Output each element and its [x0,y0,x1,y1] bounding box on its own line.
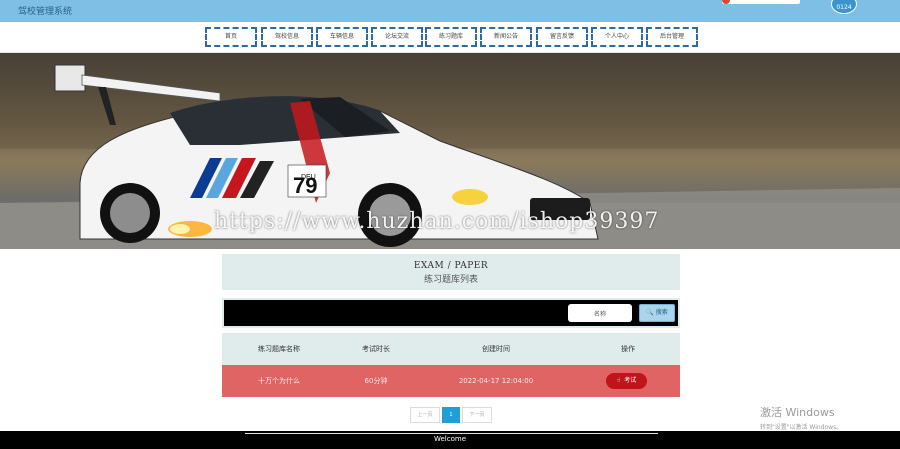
nav-item-school-info[interactable]: 驾校信息 [261,27,313,47]
nav-item-feedback[interactable]: 留言反馈 [536,27,588,47]
question-bank-table: 练习题库名称 考试时长 创建时间 操作 十万个为什么 60分钟 2022-04-… [222,333,680,397]
section-header: EXAM / PAPER 练习题库列表 [222,254,680,290]
next-page-button[interactable]: 下一页 [462,407,492,423]
nav-item-forum[interactable]: 论坛交流 [371,27,423,47]
column-header: 操作 [621,345,635,353]
search-input[interactable] [568,304,632,322]
table-row[interactable]: 十万个为什么 60分钟 2022-04-17 12:04:00 ☝ 考试 [222,365,680,397]
main-nav: 首页 驾校信息 车辆信息 论坛交流 练习题库 新闻公告 留言反馈 个人中心 后台… [0,22,900,53]
column-header: 创建时间 [482,345,510,353]
row-created: 2022-04-17 12:04:00 [458,377,534,385]
table-header: 练习题库名称 考试时长 创建时间 操作 [222,333,680,365]
car-badge: DEU [301,174,316,181]
nav-item-question-bank[interactable]: 练习题库 [425,27,477,47]
logo-icon [722,0,730,4]
windows-activation-notice: 激活 Windows 转到"设置"以激活 Windows。 [760,404,842,431]
nav-item-home[interactable]: 首页 [205,27,257,47]
section-title-zh: 练习题库列表 [423,275,478,285]
activation-subtitle: 转到"设置"以激活 Windows。 [760,424,843,431]
search-button-label: 搜索 [655,309,668,316]
exam-button-label: 考试 [624,377,637,384]
watermark-text: https://www.huzhan.com/ishop39397 [214,209,660,234]
nav-item-vehicle-info[interactable]: 车辆信息 [316,27,368,47]
exam-button[interactable]: ☝ 考试 [606,373,647,389]
row-name: 十万个为什么 [258,377,300,385]
search-bar: 🔍 搜索 [222,298,680,328]
avatar[interactable]: 0124 [831,0,857,14]
section-title-en: EXAM / PAPER [413,261,489,271]
row-duration: 60分钟 [364,377,388,385]
hero-banner[interactable]: 79 DEU https://www.huzhan.com/ishop39397 [0,53,900,249]
top-widget[interactable] [722,0,800,4]
column-header: 练习题库名称 [258,345,300,353]
footer-welcome: Welcome [433,435,467,443]
nav-item-news[interactable]: 新闻公告 [480,27,532,47]
search-icon: 🔍 [646,309,654,316]
prev-page-button[interactable]: 上一页 [410,407,440,423]
hand-pointer-icon: ☝ [616,377,621,384]
site-title[interactable]: 驾校管理系统 [18,4,72,17]
top-bar: 驾校管理系统 0124 [0,0,900,22]
search-button[interactable]: 🔍 搜索 [639,304,675,322]
footer-divider [245,433,658,434]
column-header: 考试时长 [362,345,390,353]
footer: Welcome [0,431,900,449]
nav-item-profile[interactable]: 个人中心 [591,27,643,47]
activation-title: 激活 Windows [760,406,835,419]
nav-item-admin[interactable]: 后台管理 [646,27,698,47]
page-1-button[interactable]: 1 [442,407,460,423]
